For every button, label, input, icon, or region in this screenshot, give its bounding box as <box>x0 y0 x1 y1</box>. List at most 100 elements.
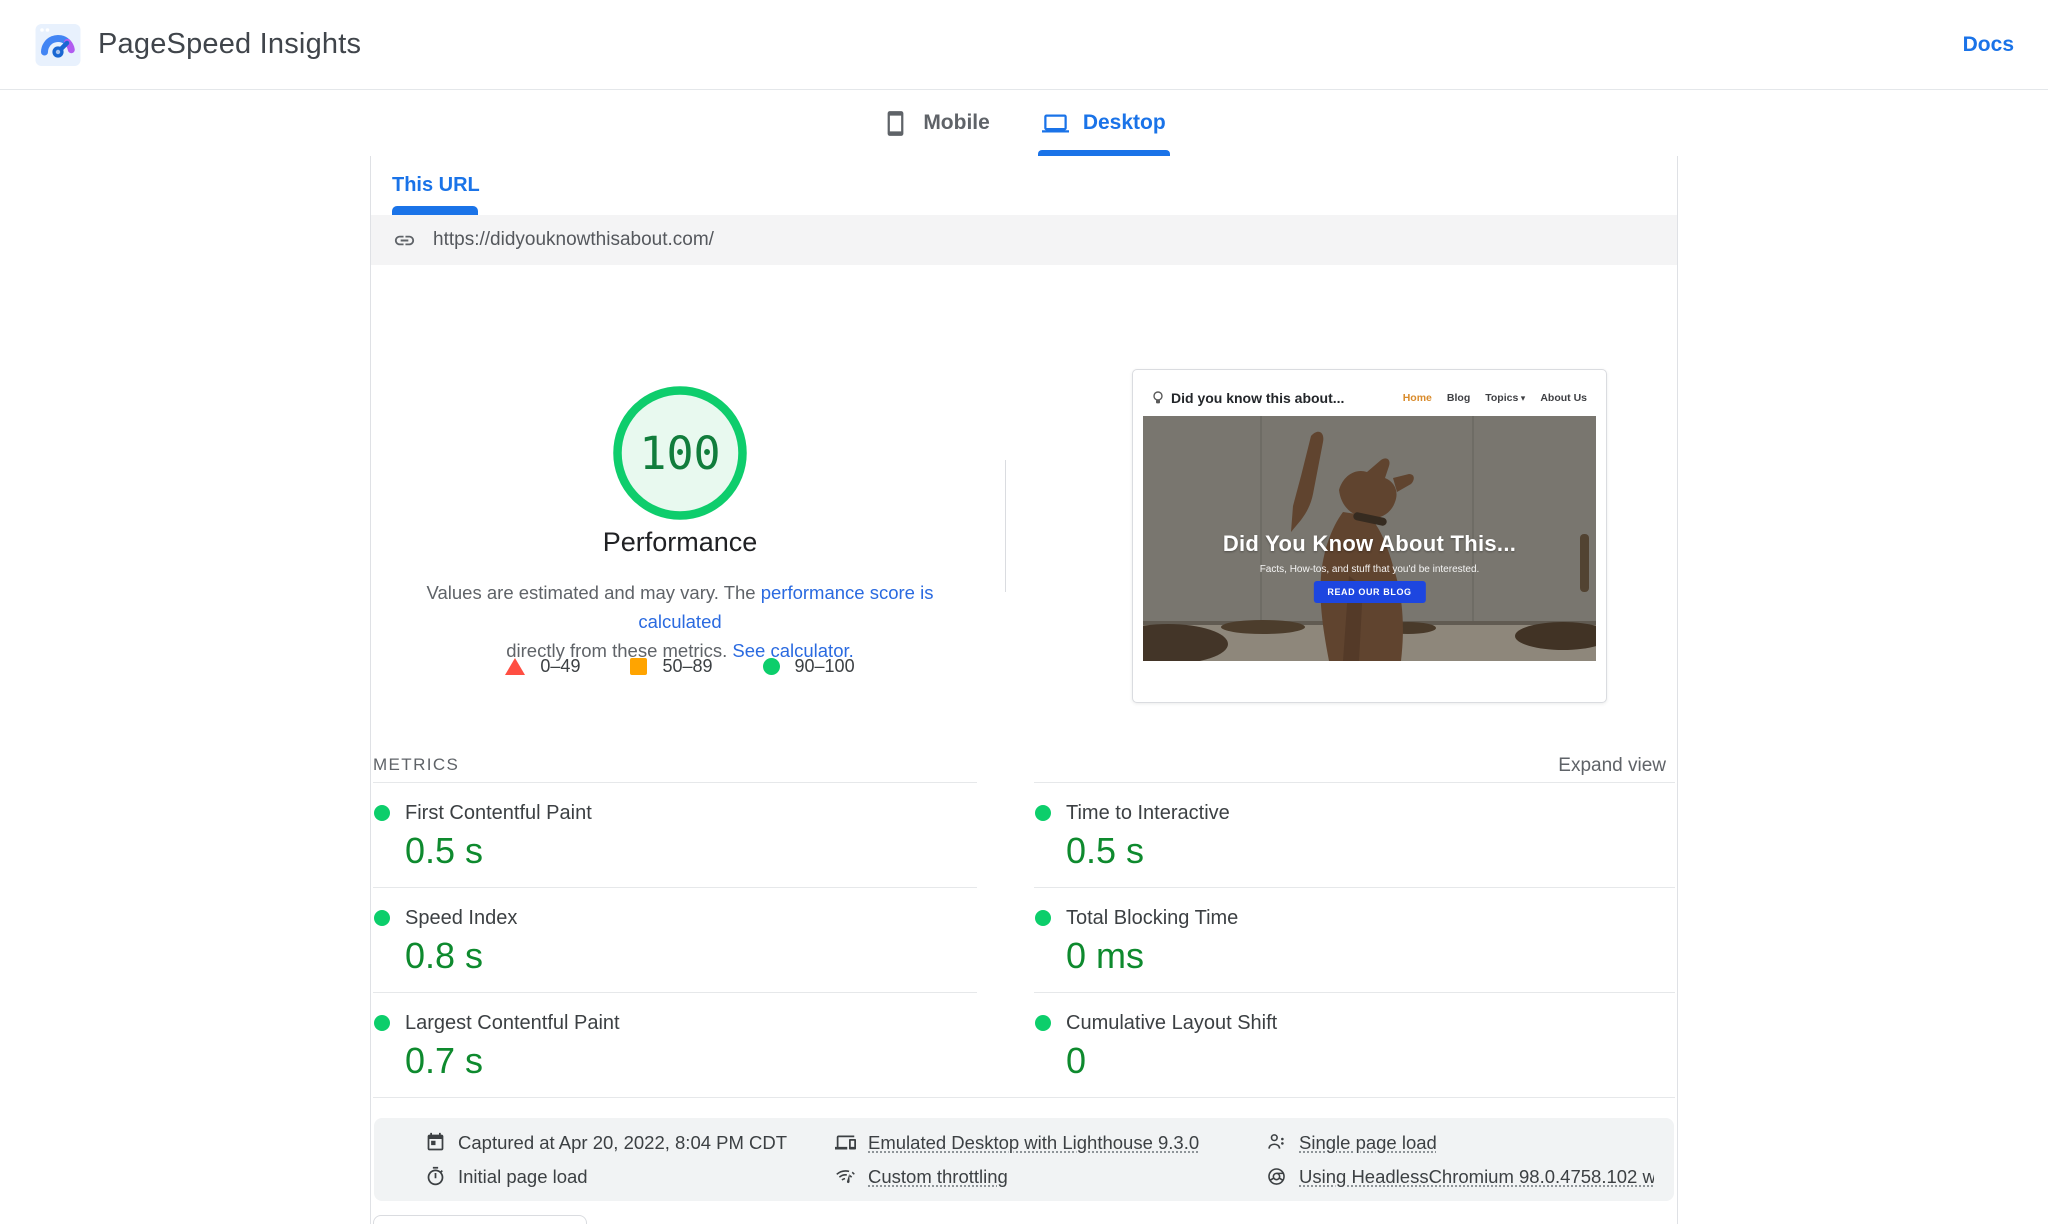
site-preview: Did you know this about... Home Blog Top… <box>1143 380 1596 692</box>
legend-item: 50–89 <box>630 656 713 677</box>
disclaimer-text-1: Values are estimated and may vary. The <box>426 582 756 603</box>
metric-status-icon <box>374 805 390 821</box>
site-nav: Home Blog Topics About Us <box>1403 392 1587 404</box>
site-preview-header: Did you know this about... Home Blog Top… <box>1143 380 1596 416</box>
metric-title-row: Total Blocking Time <box>1035 906 1675 930</box>
score-disclaimer: Values are estimated and may vary. The p… <box>400 578 960 665</box>
site-cta-button: READ OUR BLOG <box>1313 581 1426 603</box>
url-bar: https://didyouknowthisabout.com/ <box>371 215 1677 265</box>
metric-label: First Contentful Paint <box>405 802 592 824</box>
metrics-header: METRICS Expand view <box>373 734 1666 782</box>
metrics-heading: METRICS <box>373 755 460 774</box>
metric-cell: Speed Index 0.8 s <box>373 887 977 992</box>
legend-marker-icon <box>505 658 526 675</box>
metric-title-row: Cumulative Layout Shift <box>1035 1011 1675 1035</box>
metric-status-icon <box>374 910 390 926</box>
legend-range-label: 50–89 <box>662 656 713 676</box>
metric-cell: First Contentful Paint 0.5 s <box>373 782 977 887</box>
score-legend: 0–49 50–89 90–100 <box>380 656 980 677</box>
environment-item-text: Captured at Apr 20, 2022, 8:04 PM CDT <box>458 1131 788 1153</box>
legend-marker-icon <box>630 658 648 675</box>
docs-link[interactable]: Docs <box>1963 33 2014 57</box>
metric-value: 0.7 s <box>405 1040 484 1081</box>
metric-status-icon <box>1035 1015 1051 1031</box>
metric-value: 0 ms <box>1066 935 1145 976</box>
pagespeed-logo-icon <box>34 21 82 69</box>
environment-item[interactable]: Emulated Desktop with Lighthouse 9.3.0 <box>835 1129 1266 1156</box>
results-panel: This URL https://didyouknowthisabout.com… <box>370 156 1678 1224</box>
site-brand: Did you know this about... <box>1171 390 1345 406</box>
page-screenshot-thumbnail: Did you know this about... Home Blog Top… <box>1132 369 1607 703</box>
environment-item[interactable]: Custom throttling <box>835 1163 1266 1190</box>
performance-score-gauge[interactable]: 100 <box>612 385 748 521</box>
legend-item: 0–49 <box>505 656 580 677</box>
site-nav-item: Home <box>1402 392 1432 404</box>
tab-mobile[interactable]: Mobile <box>856 90 1016 156</box>
tab-this-url[interactable]: This URL <box>392 174 480 197</box>
site-nav-item: Topics <box>1485 392 1525 404</box>
metric-label: Speed Index <box>405 907 518 929</box>
site-hero-subtitle: Facts, How-tos, and stuff that you'd be … <box>1259 564 1480 575</box>
stopwatch-icon <box>425 1166 446 1187</box>
performance-overview: 100 Performance Values are estimated and… <box>371 265 1677 734</box>
metric-value: 0 <box>1066 1040 1087 1081</box>
lightbulb-icon <box>1153 391 1163 404</box>
site-nav-item: About Us <box>1540 392 1587 404</box>
metric-status-icon <box>1035 805 1051 821</box>
environment-item: Initial page load <box>425 1163 835 1190</box>
site-hero-title: Did You Know About This... <box>1222 531 1517 556</box>
environment-item-text: Emulated Desktop with Lighthouse 9.3.0 <box>868 1131 1200 1153</box>
calendar-icon <box>425 1132 446 1153</box>
metric-label: Total Blocking Time <box>1066 907 1239 929</box>
metric-status-icon <box>1035 910 1051 926</box>
metric-label: Cumulative Layout Shift <box>1066 1012 1278 1034</box>
environment-bar: Captured at Apr 20, 2022, 8:04 PM CDT Em… <box>374 1118 1674 1201</box>
tested-url: https://didyouknowthisabout.com/ <box>433 229 714 250</box>
environment-item-text: Single page load <box>1299 1131 1437 1153</box>
app-title: PageSpeed Insights <box>98 28 362 60</box>
metric-cell: Cumulative Layout Shift 0 <box>1034 992 1675 1097</box>
laptop-icon <box>1041 114 1069 132</box>
view-treemap-button[interactable]: View Treemap <box>373 1215 588 1224</box>
active-tab-indicator <box>392 206 478 215</box>
metric-value: 0.5 s <box>1066 830 1145 871</box>
metric-cell: Total Blocking Time 0 ms <box>1034 887 1675 992</box>
environment-item: Captured at Apr 20, 2022, 8:04 PM CDT <box>425 1129 835 1156</box>
tab-desktop[interactable]: Desktop <box>1016 90 1192 156</box>
metric-title-row: First Contentful Paint <box>374 801 977 825</box>
metric-value: 0.8 s <box>405 935 484 976</box>
smartphone-icon <box>887 110 904 136</box>
metric-label: Time to Interactive <box>1066 802 1230 824</box>
expand-view-button[interactable]: Expand view <box>1558 755 1666 777</box>
metric-title-row: Largest Contentful Paint <box>374 1011 977 1035</box>
site-hero: Did You Know About This... Facts, How-to… <box>1143 416 1596 661</box>
devices-icon <box>835 1132 856 1153</box>
environment-item-text: Initial page load <box>458 1165 588 1187</box>
device-tabs: Mobile Desktop <box>0 90 2048 156</box>
report-tab-strip: This URL <box>371 156 1677 215</box>
legend-item: 90–100 <box>762 656 855 677</box>
legend-range-label: 90–100 <box>794 656 855 676</box>
tab-mobile-label: Mobile <box>923 111 990 134</box>
top-bar: PageSpeed Insights Docs <box>0 0 2048 90</box>
tab-desktop-label: Desktop <box>1082 111 1166 134</box>
person-icon <box>1266 1132 1287 1153</box>
vertical-divider <box>1005 460 1006 592</box>
environment-item-text: Using HeadlessChromium 98.0.4758.102 wit… <box>1299 1165 1654 1187</box>
metric-cell: Time to Interactive 0.5 s <box>1034 782 1675 887</box>
metric-status-icon <box>374 1015 390 1031</box>
chromium-icon <box>1266 1166 1287 1187</box>
score-value: 100 <box>639 426 721 480</box>
link-icon <box>394 235 415 245</box>
site-preview-footer <box>1143 661 1596 692</box>
metric-label: Largest Contentful Paint <box>405 1012 620 1034</box>
score-category-label: Performance <box>602 527 758 557</box>
throttle-icon <box>835 1166 856 1187</box>
metric-cell: Largest Contentful Paint 0.7 s <box>373 992 977 1097</box>
environment-item[interactable]: Single page load <box>1266 1129 1654 1156</box>
environment-item-text: Custom throttling <box>868 1165 1008 1187</box>
metric-value: 0.5 s <box>405 830 484 871</box>
site-nav-item: Blog <box>1446 392 1471 404</box>
legend-marker-icon <box>762 658 780 675</box>
environment-item[interactable]: Using HeadlessChromium 98.0.4758.102 wit… <box>1266 1163 1654 1190</box>
